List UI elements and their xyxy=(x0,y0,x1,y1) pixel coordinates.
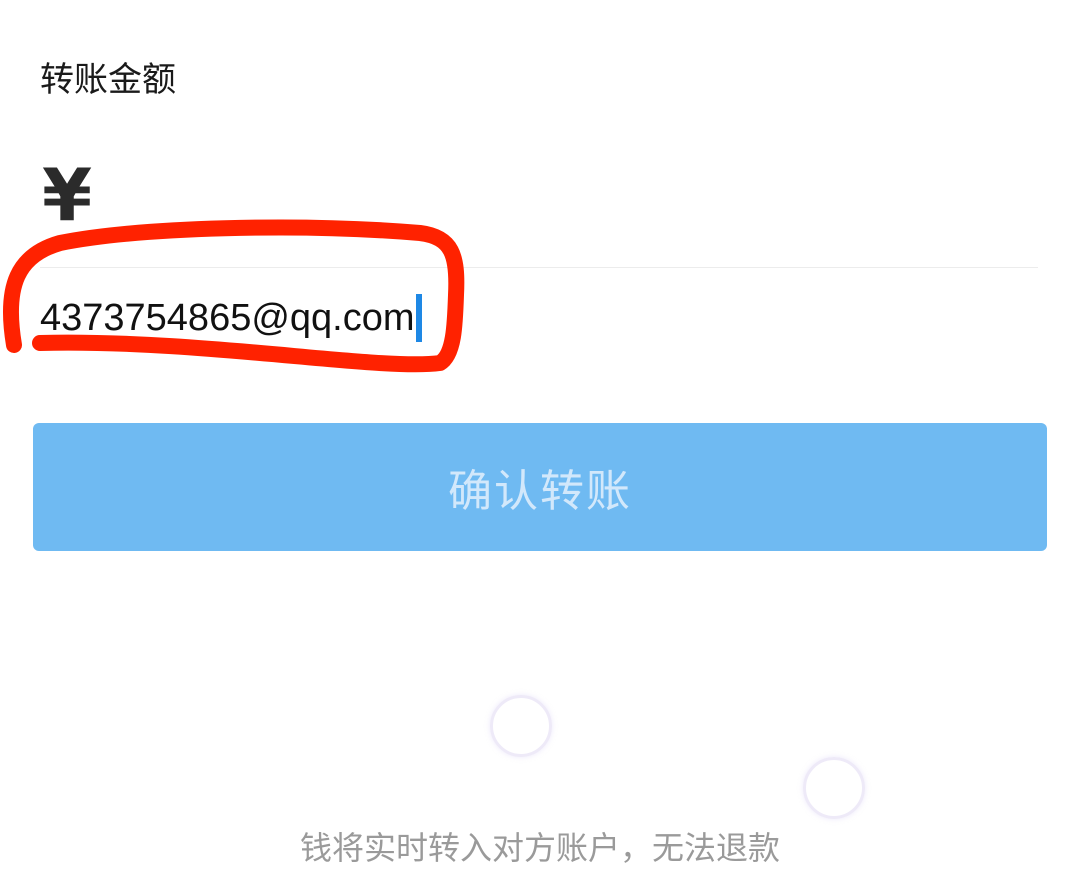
amount-divider xyxy=(40,267,1038,268)
confirm-transfer-button[interactable]: 确认转账 xyxy=(33,423,1047,551)
loading-ring-icon xyxy=(803,757,865,819)
confirm-transfer-label: 确认转账 xyxy=(448,466,632,517)
amount-input-value: 4373754865@qq.com xyxy=(40,297,415,339)
amount-input[interactable]: 4373754865@qq.com xyxy=(40,292,422,344)
loading-ring-icon xyxy=(490,695,552,757)
text-cursor xyxy=(415,294,422,342)
refund-notice: 钱将实时转入对方账户，无法退款 xyxy=(299,829,780,867)
transfer-page: 转账金额 ¥ 4373754865@qq.com 确认转账 钱将实时转入对方账户… xyxy=(0,0,1080,891)
amount-label: 转账金额 xyxy=(40,60,176,100)
currency-symbol: ¥ xyxy=(42,153,93,237)
